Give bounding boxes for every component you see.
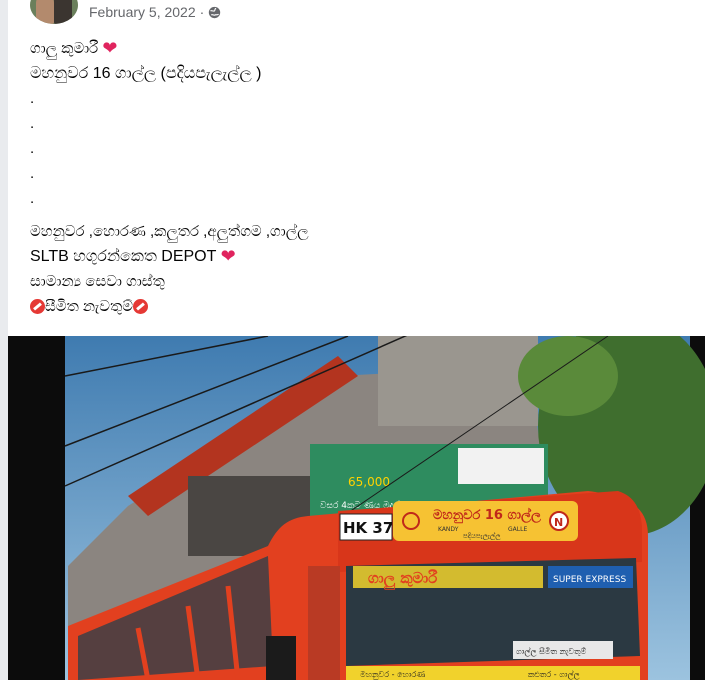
post-line-text: සීමිත නැවතුම්: [45, 298, 134, 315]
post-line-text: SLTB හගුරන්කෙත DEPOT: [30, 248, 217, 265]
route-code: HK 37: [343, 519, 393, 537]
post-line-dot: .: [30, 190, 35, 207]
badge-letter: N: [554, 516, 563, 529]
avatar[interactable]: [30, 0, 78, 24]
post-line-title: ගාලු කුමාරී ❤: [30, 36, 690, 61]
post-body: ගාලු කුමාරී ❤ මහනුවර 16 ගාල්ල (පදියපැලැල…: [30, 36, 690, 319]
post-line-dot: .: [30, 140, 35, 157]
front-pillar: [308, 566, 340, 680]
heart-icon: ❤: [102, 38, 118, 58]
post-line-depot: SLTB හගුරන්කෙත DEPOT ❤: [30, 244, 690, 269]
post-line-text: ගාලු කුමාරී: [30, 40, 99, 57]
bus-photo-illustration: 65,000 වසර 4කට ණය මුදල් HK 37 මහනුවර 16 …: [64, 336, 705, 680]
meta-separator: ·: [199, 4, 205, 20]
side-mirror: [266, 636, 296, 680]
billboard-photo: [458, 448, 544, 484]
post-meta: February 5, 2022 ·: [89, 2, 221, 22]
no-entry-icon: [133, 299, 149, 314]
post-line-fare: සාමාන්‍ය සෙවා ගාස්තු: [30, 273, 165, 290]
billboard-price: 65,000: [348, 475, 390, 489]
post-card: February 5, 2022 · ගාලු කුමාරී ❤ මහනුවර …: [8, 0, 705, 680]
avatar-person-right: [54, 0, 72, 24]
destination-sub: පදියපැලැල්ල: [463, 532, 501, 540]
no-entry-icon: [30, 299, 45, 314]
heart-icon: ❤: [220, 246, 236, 266]
globe-icon[interactable]: [208, 6, 221, 19]
destination-small-left: KANDY: [438, 526, 459, 533]
post-line-stops: සීමිත නැවතුම්: [30, 294, 690, 319]
post-photo[interactable]: 65,000 වසර 4කට ණය මුදල් HK 37 මහනුවර 16 …: [8, 336, 705, 680]
window-sign-text: ගාල්ල සීමිත නැවතුම්: [516, 646, 587, 657]
post-line-dot: .: [30, 115, 35, 132]
post-date[interactable]: February 5, 2022: [89, 4, 196, 20]
tree: [518, 336, 618, 416]
avatar-person-left: [36, 0, 54, 24]
upper-wall: [378, 336, 538, 426]
post-line-towns: මහනුවර ,හොරණ ,කලුතර ,අලුත්ගම ,ගාල්ල: [30, 223, 309, 240]
super-express-text: SUPER EXPRESS: [553, 575, 626, 585]
destination-small-right: GALLE: [508, 526, 527, 533]
post-line-dot: .: [30, 90, 35, 107]
destination-text: මහනුවර 16 ගාල්ල: [433, 506, 541, 524]
bottom-route-left: මහනුවර - හොරණ: [360, 670, 425, 679]
post-line-route: මහනුවර 16 ගාල්ල (පදියපැලැල්ල ): [30, 65, 262, 82]
post-line-dot: .: [30, 165, 35, 182]
bottom-route-right: කළුතර - ගාල්ල: [528, 669, 580, 680]
